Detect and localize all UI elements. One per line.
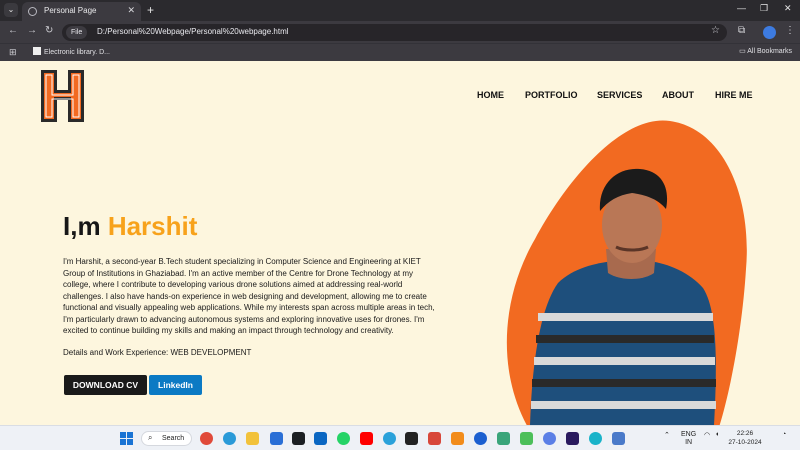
all-bookmarks-label: All Bookmarks bbox=[747, 48, 792, 55]
profile-avatar[interactable] bbox=[763, 26, 776, 39]
bookmark-star-icon[interactable]: ☆ bbox=[711, 25, 720, 36]
nav-services[interactable]: SERVICES bbox=[597, 90, 642, 100]
taskbar-search[interactable]: ⌕ Search bbox=[141, 431, 192, 446]
work-experience-text: Details and Work Experience: WEB DEVELOP… bbox=[63, 348, 252, 357]
bookmark-favicon-icon bbox=[33, 47, 41, 55]
hero-greeting: I,m bbox=[63, 211, 101, 241]
wifi-icon[interactable]: ◠ bbox=[704, 431, 710, 439]
canva-icon[interactable] bbox=[589, 432, 602, 445]
download-cv-button[interactable]: DOWNLOAD CV bbox=[64, 375, 147, 395]
taskbar-search-label: Search bbox=[162, 435, 185, 442]
address-bar[interactable]: File D:/Personal%20Webpage/Personal%20we… bbox=[62, 24, 727, 41]
hero-heading: I,m Harshit bbox=[63, 211, 197, 242]
vscode-icon[interactable] bbox=[270, 432, 283, 445]
nav-about[interactable]: ABOUT bbox=[662, 90, 694, 100]
lang-line2: IN bbox=[685, 439, 693, 446]
chevron-up-icon[interactable]: ⌃ bbox=[664, 431, 670, 439]
whatsapp-icon[interactable] bbox=[337, 432, 350, 445]
tab-title: Personal Page bbox=[44, 6, 97, 15]
zoom-icon[interactable] bbox=[474, 432, 487, 445]
android-studio-icon[interactable] bbox=[520, 432, 533, 445]
minimize-icon[interactable]: — bbox=[737, 3, 746, 13]
windows-taskbar: ⌕ Search ⌃ ENG IN ◠ ◖ 22:26 27-10-2024 ◔ bbox=[0, 425, 800, 450]
clock-time: 22:26 bbox=[736, 430, 754, 437]
webpage: H HOME PORTFOLIO SERVICES ABOUT HIRE ME … bbox=[0, 61, 800, 425]
bookmarks-bar: ⊞ Electronic library. D... ▭ All Bookmar… bbox=[0, 43, 800, 61]
nav-home[interactable]: HOME bbox=[477, 90, 504, 100]
window-close-icon[interactable]: ✕ bbox=[784, 3, 792, 14]
app-icon-green[interactable] bbox=[497, 432, 510, 445]
new-tab-button[interactable]: + bbox=[147, 3, 154, 17]
profile-photo bbox=[530, 168, 716, 425]
lang-line1: ENG bbox=[681, 431, 697, 438]
volume-icon[interactable]: ◖ bbox=[715, 431, 719, 438]
globe-icon bbox=[28, 7, 37, 16]
linkedin-button[interactable]: LinkedIn bbox=[149, 375, 202, 395]
search-icon: ⌕ bbox=[148, 433, 153, 442]
windows-start-icon[interactable] bbox=[120, 432, 133, 445]
nav-portfolio[interactable]: PORTFOLIO bbox=[525, 90, 578, 100]
browser-toolbar: ← → ↻ File D:/Personal%20Webpage/Persona… bbox=[0, 21, 800, 43]
apps-grid-icon[interactable]: ⊞ bbox=[9, 47, 17, 58]
premiere-pro-icon[interactable] bbox=[566, 432, 579, 445]
notification-bell-icon[interactable]: ◔ bbox=[782, 431, 786, 438]
site-logo[interactable]: H bbox=[40, 69, 85, 123]
app-icon-blue[interactable] bbox=[543, 432, 556, 445]
telegram-icon[interactable] bbox=[383, 432, 396, 445]
browser-tab-strip: ⌄ Personal Page ✕ + — ❐ ✕ bbox=[0, 0, 800, 21]
url-text[interactable]: D:/Personal%20Webpage/Personal%20webpage… bbox=[97, 27, 289, 36]
chrome-icon[interactable] bbox=[200, 432, 213, 445]
reload-icon[interactable]: ↻ bbox=[45, 25, 53, 36]
forward-icon[interactable]: → bbox=[27, 25, 37, 36]
youtube-icon[interactable] bbox=[360, 432, 373, 445]
hero-name: Harshit bbox=[107, 211, 198, 241]
github-icon[interactable] bbox=[292, 432, 305, 445]
back-icon[interactable]: ← bbox=[8, 25, 18, 36]
close-icon[interactable]: ✕ bbox=[127, 5, 135, 16]
more-menu-icon[interactable]: ⋮ bbox=[785, 25, 795, 36]
restore-icon[interactable]: ❐ bbox=[760, 3, 768, 14]
browser-tab[interactable]: Personal Page ✕ bbox=[22, 2, 141, 21]
edge-icon[interactable] bbox=[223, 432, 236, 445]
nav-hire-me[interactable]: HIRE ME bbox=[715, 90, 753, 100]
linkedin-icon[interactable] bbox=[314, 432, 327, 445]
bookmark-item[interactable]: Electronic library. D... bbox=[33, 47, 110, 56]
file-explorer-icon[interactable] bbox=[246, 432, 259, 445]
bookmark-label: Electronic library. D... bbox=[44, 49, 110, 56]
gmail-icon[interactable] bbox=[428, 432, 441, 445]
app-icon-store[interactable] bbox=[612, 432, 625, 445]
notion-icon[interactable] bbox=[405, 432, 418, 445]
vlc-icon[interactable] bbox=[451, 432, 464, 445]
tab-search-icon[interactable]: ⌄ bbox=[4, 3, 18, 17]
all-bookmarks-button[interactable]: ▭ All Bookmarks bbox=[739, 47, 792, 55]
extensions-icon[interactable]: ⧉ bbox=[738, 25, 745, 36]
clock[interactable]: 22:26 27-10-2024 bbox=[727, 429, 763, 447]
hero-bio: I'm Harshit, a second-year B.Tech studen… bbox=[63, 257, 435, 335]
language-indicator[interactable]: ENG IN bbox=[681, 431, 696, 447]
site-info-chip[interactable]: File bbox=[66, 26, 88, 39]
clock-date: 27-10-2024 bbox=[728, 439, 762, 446]
